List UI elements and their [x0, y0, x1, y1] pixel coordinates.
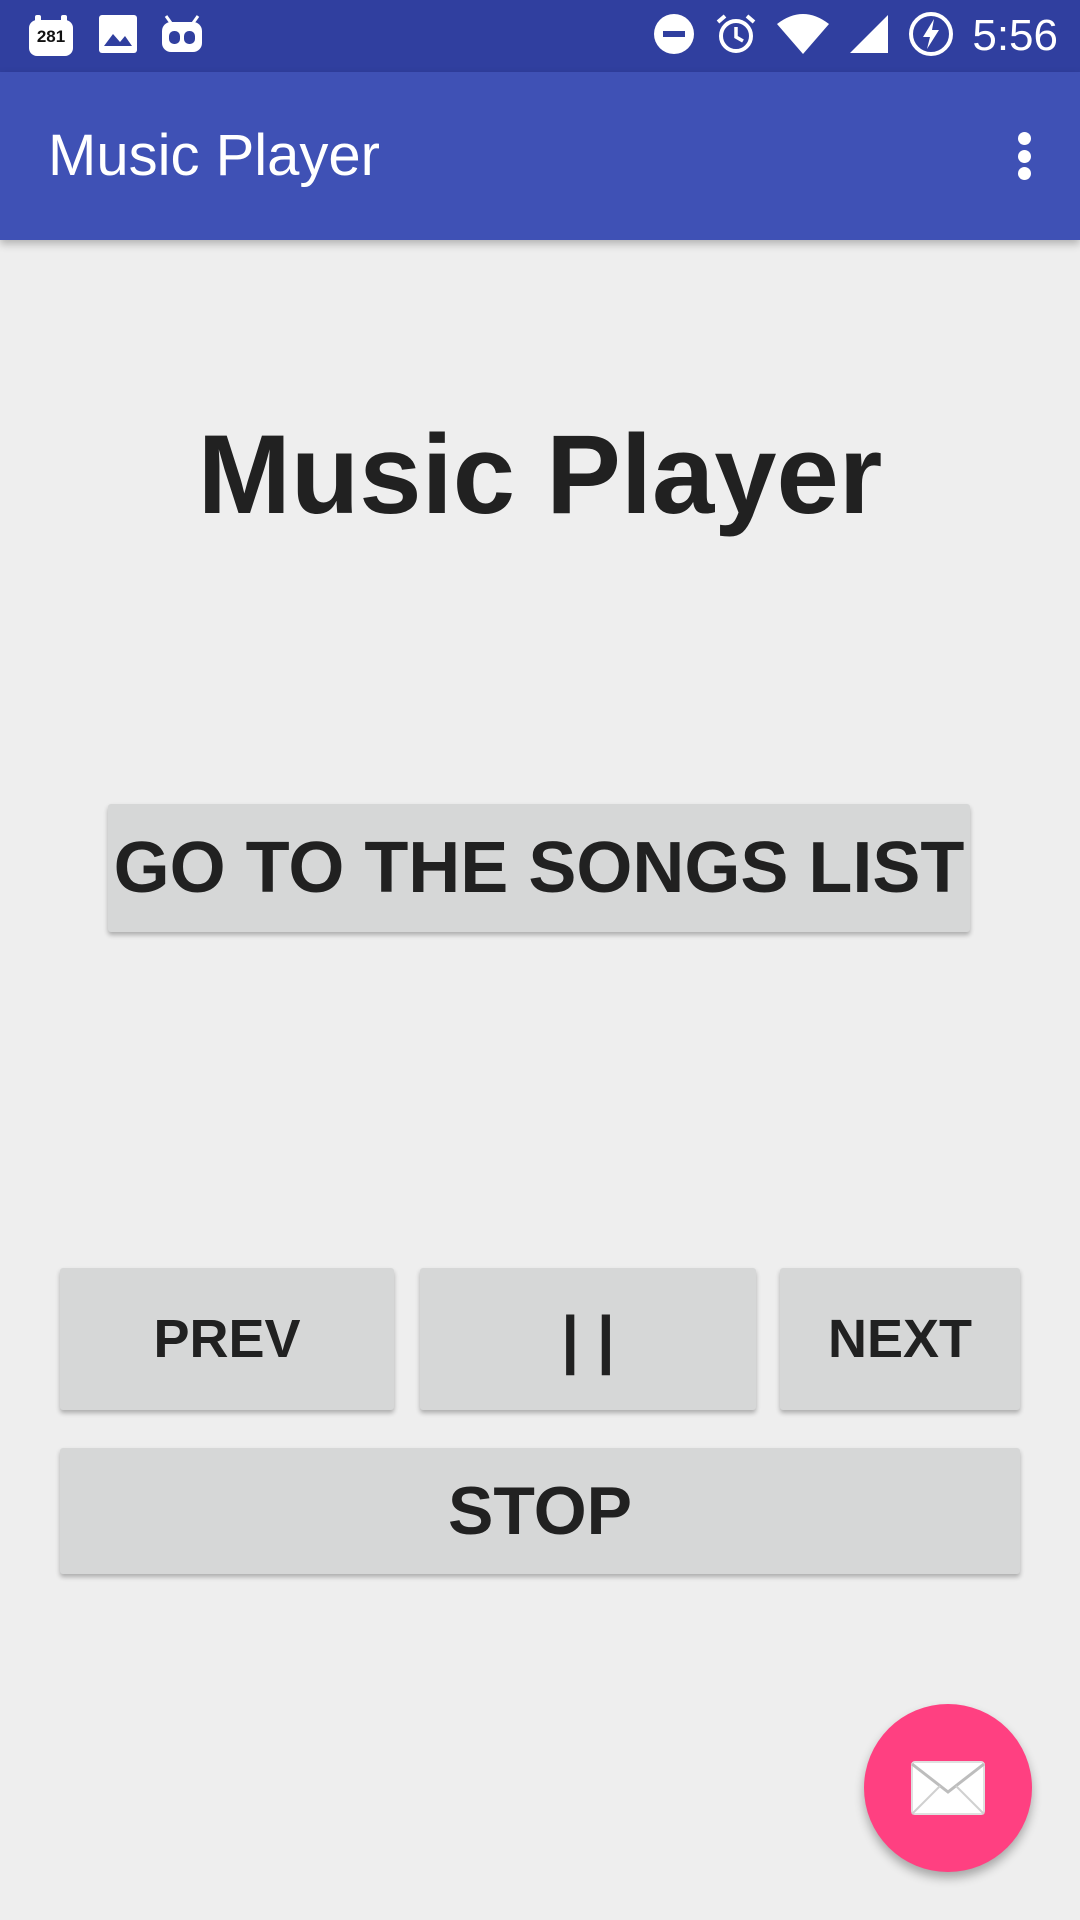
pause-button[interactable]: | | [420, 1268, 756, 1410]
more-vert-icon[interactable] [1004, 124, 1044, 188]
do-not-disturb-icon [652, 12, 696, 61]
notification-count: 281 [36, 27, 66, 46]
battery-charging-icon [908, 11, 954, 62]
email-icon [911, 1761, 985, 1815]
status-bar: 281 5:56 [0, 0, 1080, 72]
go-to-songs-list-button[interactable]: GO TO THE SONGS LIST [108, 804, 970, 932]
image-icon [98, 14, 138, 59]
app-bar: Music Player [0, 72, 1080, 240]
status-time: 5:56 [972, 11, 1058, 60]
wifi-icon [776, 12, 830, 61]
status-bar-notifications: 281 [26, 12, 204, 60]
cell-signal-icon [848, 13, 890, 60]
app-bar-title: Music Player [48, 123, 380, 188]
next-button[interactable]: NEXT [780, 1268, 1020, 1410]
email-fab-button[interactable] [864, 1704, 1032, 1872]
calendar-notification-icon: 281 [26, 14, 76, 58]
prev-button[interactable]: PREV [60, 1268, 394, 1410]
stop-button[interactable]: STOP [60, 1448, 1020, 1574]
status-bar-system: 5:56 [652, 11, 1058, 62]
android-robot-icon [160, 14, 204, 59]
page-title: Music Player [197, 412, 883, 537]
alarm-icon [714, 12, 758, 61]
